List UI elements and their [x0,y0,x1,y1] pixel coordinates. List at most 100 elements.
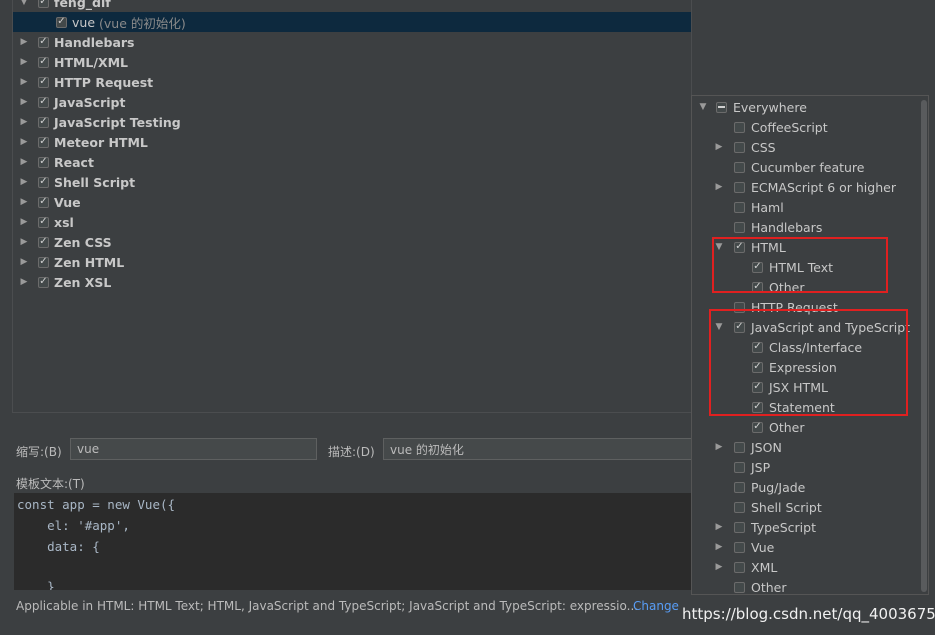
expand-right-icon[interactable]: ▶ [16,237,32,247]
checkbox[interactable] [716,101,727,113]
context-item[interactable]: Cucumber feature [692,157,918,177]
expand-down-icon[interactable]: ▼ [16,0,32,7]
expand-right-icon[interactable]: ▶ [712,142,726,152]
tree-item-label: React [54,154,94,170]
checkbox[interactable] [734,221,745,233]
context-item-label: Pug/Jade [751,479,806,495]
highlight-box-html [712,237,888,293]
checkbox[interactable] [734,581,745,593]
checkbox[interactable] [734,201,745,213]
context-item[interactable]: ▶ XML [692,557,918,577]
checkbox[interactable]: ✓ [38,96,49,108]
checkbox[interactable] [734,441,745,453]
template-text-editor[interactable]: const app = new Vue({ el: '#app', data: … [14,493,694,590]
template-group[interactable]: ▶ ✓ HTML/XML [13,52,691,72]
checkbox[interactable] [734,541,745,553]
checkbox[interactable]: ✓ [38,216,49,228]
checkbox[interactable]: ✓ [38,256,49,268]
checkbox[interactable]: ✓ [38,276,49,288]
template-group[interactable]: ▶ ✓ HTTP Request [13,72,691,92]
description-input[interactable]: vue 的初始化 [383,438,693,460]
expand-right-icon[interactable]: ▶ [712,442,726,452]
context-item-label: Vue [751,539,775,555]
context-item[interactable]: ▶ CSS [692,137,918,157]
checkbox[interactable]: ✓ [38,116,49,128]
context-item[interactable]: ▶ Vue [692,537,918,557]
expand-right-icon[interactable]: ▶ [712,562,726,572]
watermark-url: https://blog.csdn.net/qq_40036754 [682,605,935,623]
expand-right-icon[interactable]: ▶ [16,277,32,287]
context-item-label: Handlebars [751,219,823,235]
template-group[interactable]: ▶ ✓ Zen XSL [13,272,691,292]
template-group[interactable]: ▶ ✓ Meteor HTML [13,132,691,152]
expand-right-icon[interactable]: ▶ [712,182,726,192]
expand-right-icon[interactable]: ▶ [16,117,32,127]
context-item[interactable]: Shell Script [692,497,918,517]
expand-right-icon[interactable]: ▶ [16,217,32,227]
change-contexts-link[interactable]: Change [633,599,679,613]
checkbox[interactable]: ✓ [38,0,49,8]
checkbox[interactable]: ✓ [38,236,49,248]
tree-item-label: xsl [54,214,74,230]
checkbox[interactable] [734,521,745,533]
template-group[interactable]: ▶ ✓ Zen CSS [13,232,691,252]
checkbox[interactable] [734,501,745,513]
expand-down-icon[interactable]: ▼ [696,102,710,112]
abbreviation-input[interactable]: vue [70,438,317,460]
context-item[interactable]: Other [692,577,918,594]
context-item[interactable]: JSP [692,457,918,477]
checkbox[interactable] [734,461,745,473]
expand-right-icon[interactable]: ▶ [16,97,32,107]
checkbox[interactable] [734,561,745,573]
expand-right-icon[interactable]: ▶ [16,137,32,147]
expand-right-icon[interactable]: ▶ [16,177,32,187]
template-group[interactable]: ▶ ✓ Shell Script [13,172,691,192]
checkbox[interactable]: ✓ [38,176,49,188]
template-group[interactable]: ▶ ✓ Handlebars [13,32,691,52]
context-item[interactable]: ▶ JSON [692,437,918,457]
context-item-label: Cucumber feature [751,159,865,175]
checkbox[interactable]: ✓ [38,156,49,168]
context-item[interactable]: Handlebars [692,217,918,237]
popup-scrollbar[interactable] [921,100,927,592]
checkbox[interactable] [734,121,745,133]
template-group[interactable]: ▶ ✓ React [13,152,691,172]
context-item[interactable]: CoffeeScript [692,117,918,137]
context-item[interactable]: Pug/Jade [692,477,918,497]
expand-right-icon[interactable]: ▶ [16,197,32,207]
checkbox[interactable]: ✓ [38,196,49,208]
expand-right-icon[interactable]: ▶ [712,542,726,552]
template-group[interactable]: ▼ ✓ feng_dif [13,0,691,12]
tree-item-label: HTTP Request [54,74,154,90]
checkbox[interactable] [734,181,745,193]
template-group[interactable]: ▶ ✓ JavaScript Testing [13,112,691,132]
context-item-label: XML [751,559,778,575]
context-item[interactable]: ▶ TypeScript [692,517,918,537]
expand-right-icon[interactable]: ▶ [712,522,726,532]
expand-right-icon[interactable]: ▶ [16,37,32,47]
template-item[interactable]: ▶✓vue(vue 的初始化) [13,12,691,32]
checkbox[interactable]: ✓ [38,136,49,148]
template-group[interactable]: ▶ ✓ Zen HTML [13,252,691,272]
checkbox[interactable]: ✓ [56,16,67,28]
expand-right-icon[interactable]: ▶ [16,157,32,167]
expand-right-icon[interactable]: ▶ [16,257,32,267]
template-group[interactable]: ▶ ✓ xsl [13,212,691,232]
template-group[interactable]: ▶ ✓ Vue [13,192,691,212]
context-item[interactable]: ▶ ECMAScript 6 or higher [692,177,918,197]
context-item[interactable]: ▼ Everywhere [692,97,918,117]
checkbox[interactable]: ✓ [38,56,49,68]
checkbox[interactable]: ✓ [752,421,763,433]
context-item[interactable]: ✓ Other [692,417,918,437]
checkbox[interactable]: ✓ [38,76,49,88]
checkbox[interactable] [734,481,745,493]
expand-right-icon[interactable]: ▶ [16,57,32,67]
expand-right-icon[interactable]: ▶ [16,77,32,87]
tree-item-description: (vue 的初始化) [99,15,186,31]
template-group[interactable]: ▶ ✓ JavaScript [13,92,691,112]
checkbox[interactable] [734,141,745,153]
checkbox[interactable]: ✓ [38,36,49,48]
code-line: el: '#app', [17,518,130,533]
context-item[interactable]: Haml [692,197,918,217]
checkbox[interactable] [734,161,745,173]
